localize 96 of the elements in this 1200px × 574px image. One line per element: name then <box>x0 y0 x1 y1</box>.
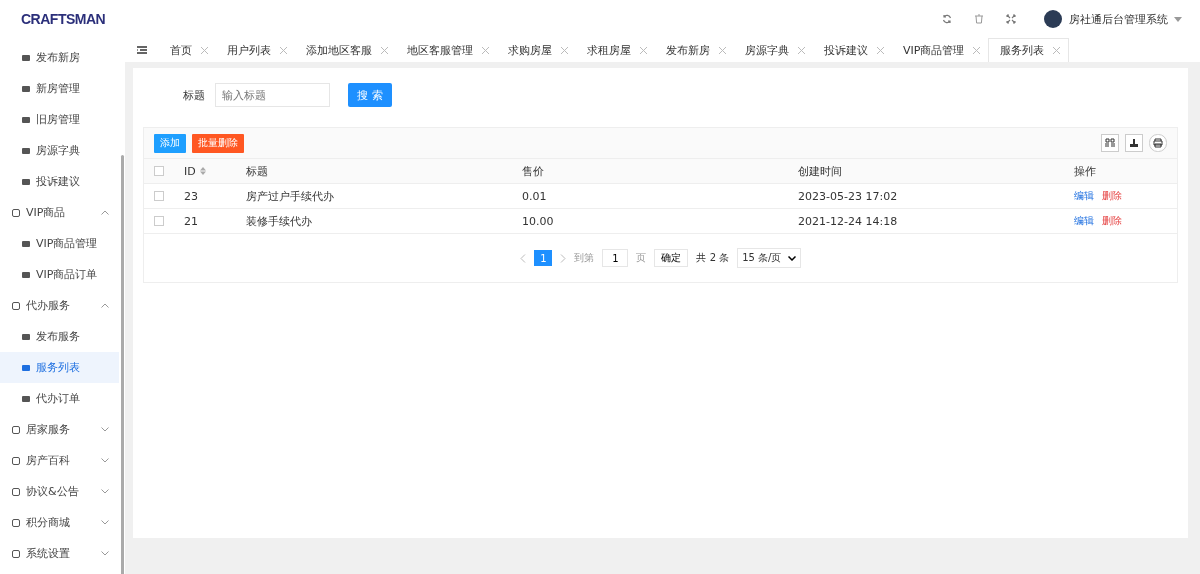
chevron-icon <box>101 427 109 432</box>
close-icon[interactable] <box>877 46 884 54</box>
close-icon[interactable] <box>280 46 287 54</box>
menu-icon[interactable] <box>137 46 147 54</box>
search-field[interactable]: 输入标题 <box>215 83 330 107</box>
tab[interactable]: 求租房屋 <box>576 38 655 62</box>
next-page-icon[interactable] <box>560 253 567 263</box>
page-size-select[interactable]: 15 条/页 <box>737 248 801 268</box>
table-cell-text: 0.01 <box>522 189 548 203</box>
logo: CRAFTSMAN <box>21 11 106 27</box>
user-name[interactable]: 房社通后台管理系统 <box>1069 11 1168 27</box>
confirm-button[interactable]: 确定 <box>654 249 689 267</box>
list-icon <box>22 240 30 247</box>
column-header[interactable]: ID <box>184 164 246 178</box>
tab[interactable]: 添加地区客服 <box>295 38 396 62</box>
total-count: 共 2 条 <box>696 251 730 265</box>
close-icon[interactable] <box>201 46 208 54</box>
scrollbar[interactable] <box>121 155 124 574</box>
page-unit: 页 <box>636 251 647 265</box>
tab[interactable]: 发布新房 <box>655 38 734 62</box>
tab[interactable]: 求购房屋 <box>497 38 576 62</box>
close-icon[interactable] <box>482 46 489 54</box>
list-icon <box>22 271 30 278</box>
table-cell-text: 21 <box>184 214 199 228</box>
delete-link[interactable]: 删除 <box>1102 189 1122 203</box>
chevron-icon <box>101 303 109 308</box>
print-icon[interactable] <box>1149 134 1167 152</box>
edit-link[interactable]: 编辑 <box>1074 214 1094 228</box>
sidebar-item[interactable]: 发布服务 <box>0 321 119 352</box>
sidebar-group[interactable]: 系统设置 <box>0 538 119 569</box>
goto-label: 到第 <box>574 251 595 265</box>
sidebar-group[interactable]: 积分商城 <box>0 507 119 538</box>
sidebar-group[interactable]: 居家服务 <box>0 414 119 445</box>
chevron-icon <box>101 520 109 525</box>
table-cell-text: 房产过户手续代办 <box>246 188 335 204</box>
sidebar-group[interactable]: VIP商品 <box>0 197 119 228</box>
close-icon[interactable] <box>561 46 568 54</box>
tab[interactable]: 投诉建议 <box>813 38 892 62</box>
list-icon <box>22 395 30 402</box>
avatar[interactable] <box>1044 10 1062 28</box>
tab[interactable]: VIP商品管理 <box>892 38 989 62</box>
refresh-icon[interactable] <box>942 14 952 24</box>
close-icon[interactable] <box>1053 47 1061 54</box>
select-all-checkbox[interactable] <box>154 166 164 176</box>
close-icon[interactable] <box>973 46 981 54</box>
dropdown-caret-icon <box>787 255 796 261</box>
fullscreen-icon[interactable] <box>1006 14 1016 24</box>
table-cell-text: 23 <box>184 189 199 203</box>
sidebar-group[interactable]: 房产百科 <box>0 445 119 476</box>
sidebar-item[interactable]: VIP商品管理 <box>0 228 119 259</box>
page-input[interactable]: 1 <box>602 249 629 267</box>
export-icon[interactable] <box>1125 134 1143 152</box>
row-checkbox[interactable] <box>154 191 164 201</box>
tab[interactable]: 房源字典 <box>734 38 813 62</box>
chevron-icon <box>101 551 109 556</box>
column-header: 标题 <box>246 163 269 179</box>
list-icon <box>22 364 30 371</box>
chevron-icon <box>101 210 109 215</box>
close-icon[interactable] <box>798 46 805 54</box>
caret-icon[interactable] <box>1174 16 1182 22</box>
edit-link[interactable]: 编辑 <box>1074 189 1094 203</box>
table-cell-text: 装修手续代办 <box>246 213 313 229</box>
tab[interactable]: 用户列表 <box>216 38 295 62</box>
sort-icon[interactable] <box>199 167 206 175</box>
prev-page-icon[interactable] <box>520 253 527 263</box>
search-label: 标题 <box>183 87 205 103</box>
columns-icon[interactable] <box>1101 134 1119 152</box>
table-cell-text: 2021-12-24 14:18 <box>798 214 899 228</box>
delete-link[interactable]: 删除 <box>1102 214 1122 228</box>
chevron-icon <box>101 458 109 463</box>
column-header: 操作 <box>1074 163 1097 179</box>
table-cell-text: 2023-05-23 17:02 <box>798 189 899 203</box>
row-checkbox[interactable] <box>154 216 164 226</box>
sidebar-group[interactable]: 协议&公告 <box>0 476 119 507</box>
list-icon <box>22 116 30 123</box>
close-icon[interactable] <box>381 46 388 54</box>
sidebar-item[interactable]: 房源字典 <box>0 135 119 166</box>
tab[interactable]: 服务列表 <box>988 38 1070 62</box>
chevron-icon <box>101 489 109 494</box>
trash-icon[interactable] <box>974 14 984 24</box>
list-icon <box>22 85 30 92</box>
sidebar-item[interactable]: 发布新房 <box>0 42 119 73</box>
tab[interactable]: 首页 <box>159 38 216 62</box>
table-cell-text: 10.00 <box>522 214 555 228</box>
tab[interactable]: 地区客服管理 <box>396 38 497 62</box>
column-header: 售价 <box>522 163 545 179</box>
close-icon[interactable] <box>640 46 647 54</box>
sidebar-item[interactable]: 投诉建议 <box>0 166 119 197</box>
sidebar-item[interactable]: VIP商品订单 <box>0 259 119 290</box>
sidebar-item[interactable]: 服务列表 <box>0 352 119 383</box>
sidebar-item[interactable]: 旧房管理 <box>0 104 119 135</box>
column-header: 创建时间 <box>798 163 843 179</box>
sidebar-item[interactable]: 新房管理 <box>0 73 119 104</box>
sidebar-group[interactable]: 代办服务 <box>0 290 119 321</box>
sidebar-item[interactable]: 代办订单 <box>0 383 119 414</box>
close-icon[interactable] <box>719 46 726 54</box>
